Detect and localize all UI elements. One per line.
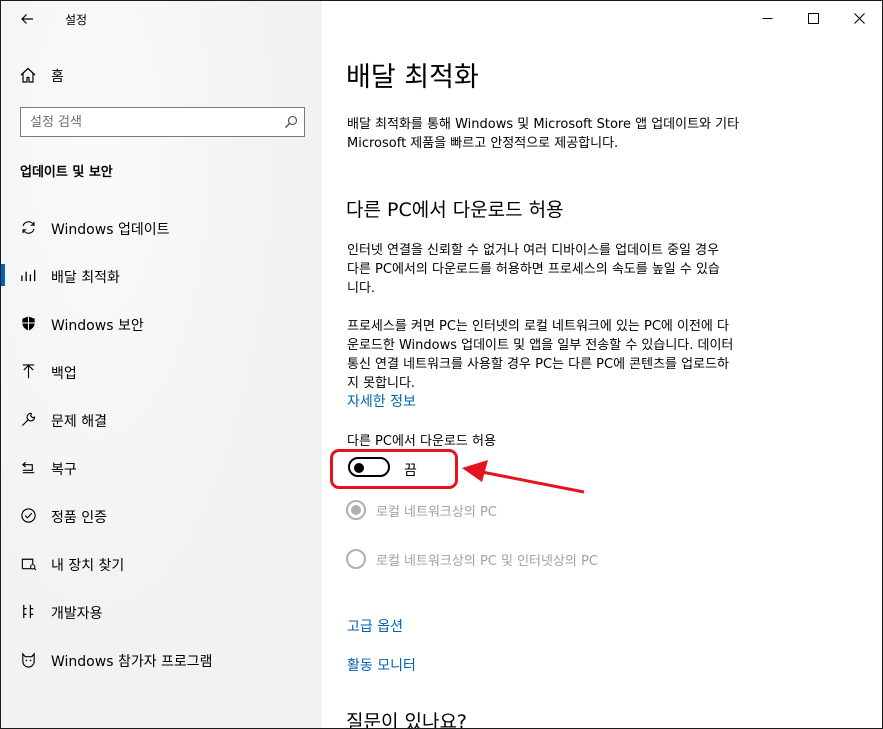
sidebar-item-label: Windows 업데이트 — [51, 222, 170, 238]
search-input[interactable] — [30, 113, 270, 131]
allow-downloads-toggle[interactable] — [348, 457, 390, 477]
advanced-options-link[interactable]: 고급 옵션 — [347, 616, 403, 636]
sidebar-item-windows-security[interactable]: Windows 보안 — [1, 299, 322, 347]
radio-local-network[interactable]: 로컬 네트워크상의 PC — [346, 499, 706, 521]
radio-circle — [346, 500, 366, 520]
toggle-knob — [354, 463, 364, 473]
sidebar-item-recovery[interactable]: 복구 — [1, 443, 322, 491]
intro-line: Microsoft 제품을 빠르고 안정적으로 제공합니다. — [347, 136, 619, 151]
more-info-link[interactable]: 자세한 정보 — [347, 391, 416, 411]
sidebar-item-backup[interactable]: 백업 — [1, 347, 322, 395]
sidebar-item-label: 내 장치 찾기 — [51, 558, 125, 574]
sidebar-item-delivery-optimization[interactable]: 배달 최적화 — [1, 251, 322, 299]
sidebar: 설정 홈 업데이트 및 보안 Windows 업데이트 배달 최적화 Windo… — [1, 1, 322, 728]
main-content: 배달 최적화 배달 최적화를 통해 Windows 및 Microsoft St… — [322, 1, 882, 728]
sidebar-item-label: 문제 해결 — [51, 414, 107, 430]
description-line: 다른 PC에서의 다운로드를 허용하면 프로세스의 속도를 높일 수 있습 — [347, 262, 720, 277]
description-line: 운로드한 Windows 업데이트 및 앱을 일부 전송할 수 있습니다. 데이… — [347, 338, 734, 353]
maximize-icon — [807, 12, 819, 24]
radio-label: 로컬 네트워크상의 PC 및 인터넷상의 PC — [376, 554, 598, 569]
recovery-icon — [19, 458, 37, 476]
radio-circle — [346, 549, 366, 569]
description-line: 통신 연결 네트워크를 사용할 경우 PC는 다른 PC에 콘텐츠를 업로드하 — [347, 357, 729, 372]
settings-search-box[interactable] — [20, 107, 305, 137]
close-icon — [853, 12, 865, 24]
faq-title: 질문이 있나요? — [346, 711, 468, 729]
intro-line: 배달 최적화를 통해 Windows 및 Microsoft Store 앱 업… — [347, 117, 740, 132]
description-line: 프로세스를 켜면 PC는 인터넷의 로컬 네트워크에 있는 PC에 이전에 다 — [347, 319, 729, 334]
sidebar-item-label: Windows 참가자 프로그램 — [51, 654, 213, 670]
backup-arrow-icon — [19, 362, 37, 380]
check-circle-icon — [19, 506, 37, 524]
radio-label: 로컬 네트워크상의 PC — [376, 505, 497, 520]
sidebar-item-label: 배달 최적화 — [51, 270, 120, 286]
radio-dot — [351, 505, 361, 515]
sidebar-item-insider-program[interactable]: Windows 참가자 프로그램 — [1, 635, 322, 683]
maximize-button[interactable] — [790, 1, 836, 35]
description-line: 인터넷 연결을 신뢰할 수 없거나 여러 디바이스를 업데이트 중일 경우 — [347, 243, 720, 258]
intro-text: 배달 최적화를 통해 Windows 및 Microsoft Store 앱 업… — [347, 115, 739, 153]
home-icon — [20, 67, 36, 83]
sidebar-nav: Windows 업데이트 배달 최적화 Windows 보안 백업 문제 해결 — [1, 203, 322, 683]
sidebar-item-label: 백업 — [51, 366, 77, 382]
back-arrow-icon — [21, 14, 33, 24]
delivery-optimization-icon — [19, 266, 37, 284]
sidebar-item-activation[interactable]: 정품 인증 — [1, 491, 322, 539]
wrench-icon — [19, 410, 37, 428]
developer-icon — [19, 602, 37, 620]
close-button[interactable] — [836, 1, 882, 35]
description-line: 니다. — [347, 281, 376, 296]
sidebar-item-label: 복구 — [51, 462, 77, 478]
toggle-label: 다른 PC에서 다운로드 허용 — [347, 434, 496, 449]
toggle-state-label: 끔 — [404, 463, 417, 479]
annotation-arrow-icon — [462, 460, 585, 494]
search-icon[interactable] — [284, 115, 298, 129]
insider-cat-icon — [19, 650, 37, 668]
app-title: 설정 — [65, 13, 88, 27]
home-label: 홈 — [51, 69, 64, 85]
sidebar-item-label: Windows 보안 — [51, 318, 144, 334]
sidebar-item-for-developers[interactable]: 개발자용 — [1, 587, 322, 635]
sidebar-item-troubleshoot[interactable]: 문제 해결 — [1, 395, 322, 443]
sync-icon — [19, 218, 37, 236]
sidebar-item-label: 정품 인증 — [51, 510, 107, 526]
sidebar-item-label: 개발자용 — [51, 606, 103, 622]
sidebar-item-find-my-device[interactable]: 내 장치 찾기 — [1, 539, 322, 587]
minimize-button[interactable] — [744, 1, 790, 35]
shield-icon — [19, 314, 37, 332]
back-button[interactable] — [15, 7, 39, 31]
find-device-icon — [19, 554, 37, 572]
sidebar-section-title: 업데이트 및 보안 — [20, 165, 113, 180]
minimize-icon — [762, 17, 772, 19]
page-title: 배달 최적화 — [346, 62, 479, 93]
description-1: 인터넷 연결을 신뢰할 수 없거나 여러 디바이스를 업데이트 중일 경우 다른… — [347, 241, 720, 298]
selected-indicator — [1, 264, 5, 286]
radio-local-and-internet[interactable]: 로컬 네트워크상의 PC 및 인터넷상의 PC — [346, 548, 706, 570]
sidebar-item-windows-update[interactable]: Windows 업데이트 — [1, 203, 322, 251]
description-2: 프로세스를 켜면 PC는 인터넷의 로컬 네트워크에 있는 PC에 이전에 다 … — [347, 317, 733, 393]
activity-monitor-link[interactable]: 활동 모니터 — [347, 655, 416, 675]
settings-window: 설정 홈 업데이트 및 보안 Windows 업데이트 배달 최적화 Windo… — [0, 0, 883, 729]
home-nav-item[interactable]: 홈 — [1, 61, 322, 89]
allow-downloads-title: 다른 PC에서 다운로드 허용 — [346, 199, 564, 221]
